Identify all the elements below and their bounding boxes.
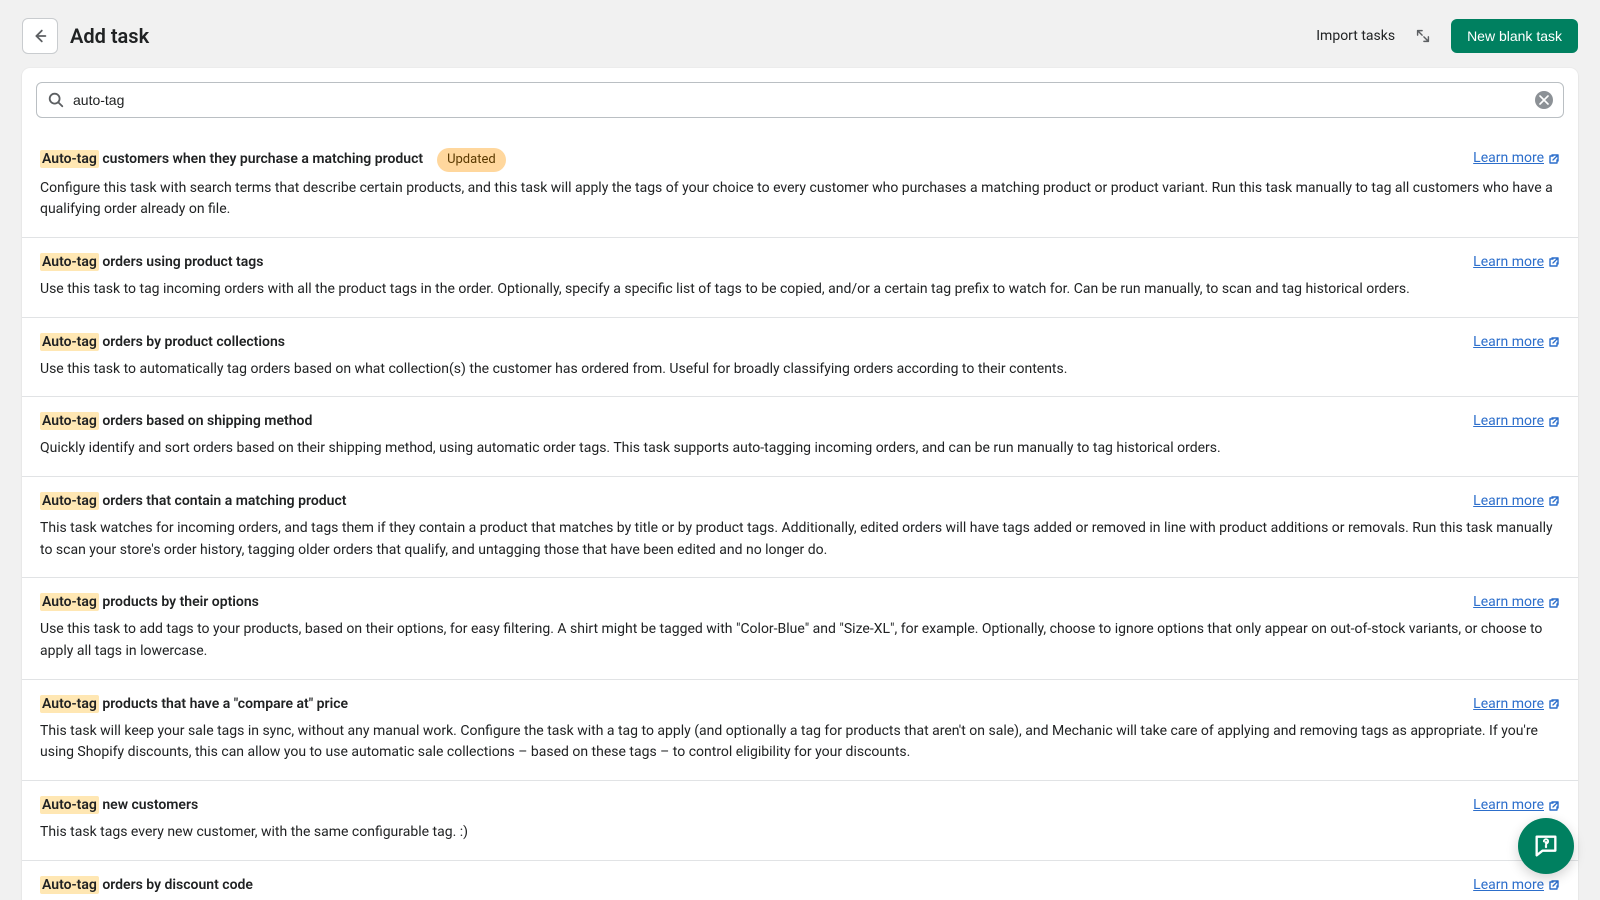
external-link-icon (1548, 336, 1560, 348)
highlight: Auto-tag (40, 876, 99, 894)
learn-more-link[interactable]: Learn more (1473, 592, 1560, 613)
task-title: Auto-tag new customers (40, 795, 1457, 816)
task-title: Auto-tag orders by discount code (40, 875, 1457, 896)
task-result[interactable]: Auto-tag orders based on shipping method… (22, 396, 1578, 476)
page-title: Add task (70, 21, 149, 51)
highlight: Auto-tag (40, 150, 99, 168)
external-link-icon (1548, 879, 1560, 891)
task-title: Auto-tag orders using product tags (40, 252, 1457, 273)
learn-more-link[interactable]: Learn more (1473, 491, 1560, 512)
task-title: Auto-tag customers when they purchase a … (40, 148, 1457, 172)
import-tasks-link[interactable]: Import tasks (1316, 26, 1395, 47)
task-title: Auto-tag products by their options (40, 592, 1457, 613)
learn-more-link[interactable]: Learn more (1473, 148, 1560, 169)
highlight: Auto-tag (40, 253, 99, 271)
highlight: Auto-tag (40, 412, 99, 430)
external-link-icon (1548, 800, 1560, 812)
clear-search-button[interactable] (1535, 91, 1553, 109)
highlight: Auto-tag (40, 593, 99, 611)
search-icon (47, 91, 65, 109)
back-button[interactable] (22, 18, 58, 54)
task-title: Auto-tag orders by product collections (40, 332, 1457, 353)
chat-fab[interactable] (1518, 818, 1574, 874)
arrow-left-icon (31, 27, 49, 45)
highlight: Auto-tag (40, 492, 99, 510)
external-link-icon (1548, 416, 1560, 428)
task-title: Auto-tag orders that contain a matching … (40, 491, 1457, 512)
task-description: Quickly identify and sort orders based o… (40, 438, 1560, 460)
task-result[interactable]: Auto-tag products that have a "compare a… (22, 679, 1578, 780)
search-input[interactable] (73, 92, 1535, 108)
task-description: This task tags every new customer, with … (40, 822, 1560, 844)
task-description: This task watches for incoming orders, a… (40, 518, 1560, 561)
task-description: Use this task to add tags to your produc… (40, 619, 1560, 662)
expand-icon (1414, 27, 1432, 45)
learn-more-link[interactable]: Learn more (1473, 252, 1560, 273)
learn-more-link[interactable]: Learn more (1473, 411, 1560, 432)
close-icon (1539, 95, 1549, 105)
task-result[interactable]: Auto-tag products by their options Learn … (22, 577, 1578, 678)
page-header: Add task Import tasks New blank task (0, 0, 1600, 68)
task-result[interactable]: Auto-tag customers when they purchase a … (22, 134, 1578, 237)
task-description: This task will keep your sale tags in sy… (40, 721, 1560, 764)
task-description: Use this task to automatically tag order… (40, 359, 1560, 381)
external-link-icon (1548, 256, 1560, 268)
learn-more-link[interactable]: Learn more (1473, 875, 1560, 896)
external-link-icon (1548, 153, 1560, 165)
chat-icon (1532, 832, 1560, 860)
task-result[interactable]: Auto-tag orders by discount code Learn mo… (22, 860, 1578, 900)
external-link-icon (1548, 698, 1560, 710)
header-actions: Import tasks New blank task (1316, 19, 1578, 53)
results-list: Auto-tag customers when they purchase a … (22, 134, 1578, 900)
task-description: Use this task to tag incoming orders wit… (40, 279, 1560, 301)
task-library-card: Auto-tag customers when they purchase a … (22, 68, 1578, 900)
learn-more-link[interactable]: Learn more (1473, 332, 1560, 353)
learn-more-link[interactable]: Learn more (1473, 694, 1560, 715)
task-description: Configure this task with search terms th… (40, 178, 1560, 221)
search-box[interactable] (36, 82, 1564, 118)
task-result[interactable]: Auto-tag orders that contain a matching … (22, 476, 1578, 577)
task-title: Auto-tag products that have a "compare a… (40, 694, 1457, 715)
updated-badge: Updated (437, 148, 506, 172)
expand-button[interactable] (1413, 26, 1433, 46)
task-title: Auto-tag orders based on shipping method (40, 411, 1457, 432)
external-link-icon (1548, 597, 1560, 609)
new-blank-task-button[interactable]: New blank task (1451, 19, 1578, 53)
highlight: Auto-tag (40, 695, 99, 713)
task-result[interactable]: Auto-tag new customers Learn more This tas… (22, 780, 1578, 860)
learn-more-link[interactable]: Learn more (1473, 795, 1560, 816)
highlight: Auto-tag (40, 333, 99, 351)
highlight: Auto-tag (40, 796, 99, 814)
task-result[interactable]: Auto-tag orders using product tags Learn … (22, 237, 1578, 317)
external-link-icon (1548, 495, 1560, 507)
task-result[interactable]: Auto-tag orders by product collections Le… (22, 317, 1578, 397)
